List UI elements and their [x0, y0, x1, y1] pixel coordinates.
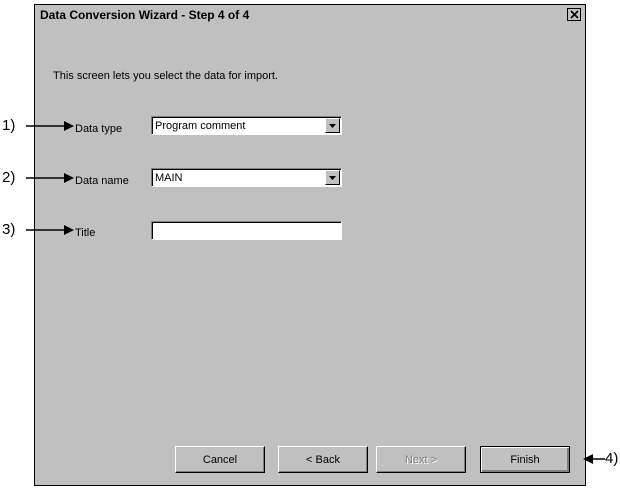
arrow-right-icon	[26, 173, 74, 183]
callout-2: 2)	[2, 169, 16, 186]
arrow-right-icon	[26, 121, 74, 131]
callout-1: 1)	[2, 117, 16, 134]
callout-arrows	[26, 121, 605, 464]
callout-4: 4)	[605, 450, 619, 467]
arrow-right-icon	[26, 225, 74, 235]
arrow-left-icon	[583, 454, 605, 464]
callout-3: 3)	[2, 221, 16, 238]
